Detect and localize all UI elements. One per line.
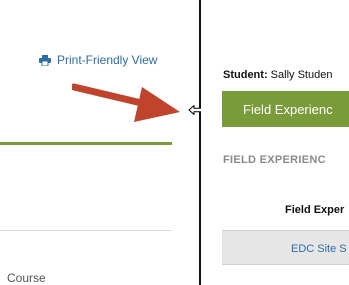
thin-divider: [0, 230, 172, 231]
left-pane: Print-Friendly View Course: [0, 0, 200, 285]
field-experience-button-label: Field Experienc: [243, 101, 333, 117]
course-label: Course: [7, 271, 46, 285]
red-arrow-icon: [70, 83, 184, 134]
print-friendly-label: Print-Friendly View: [57, 53, 158, 67]
student-name: Sally Studen: [270, 69, 333, 81]
student-label: Student:: [223, 69, 268, 81]
table-row-link[interactable]: EDC Site S: [291, 243, 347, 255]
section-heading: FIELD EXPERIENC: [223, 154, 326, 166]
green-divider: [0, 142, 172, 145]
student-info: Student: Sally Studen: [223, 69, 332, 81]
printer-icon: [39, 54, 51, 66]
field-experience-button[interactable]: Field Experienc: [222, 91, 349, 127]
print-friendly-link[interactable]: Print-Friendly View: [39, 53, 157, 67]
table-column-header: Field Exper: [285, 204, 345, 216]
right-pane: Student: Sally Studen Field Experienc FI…: [201, 0, 349, 285]
